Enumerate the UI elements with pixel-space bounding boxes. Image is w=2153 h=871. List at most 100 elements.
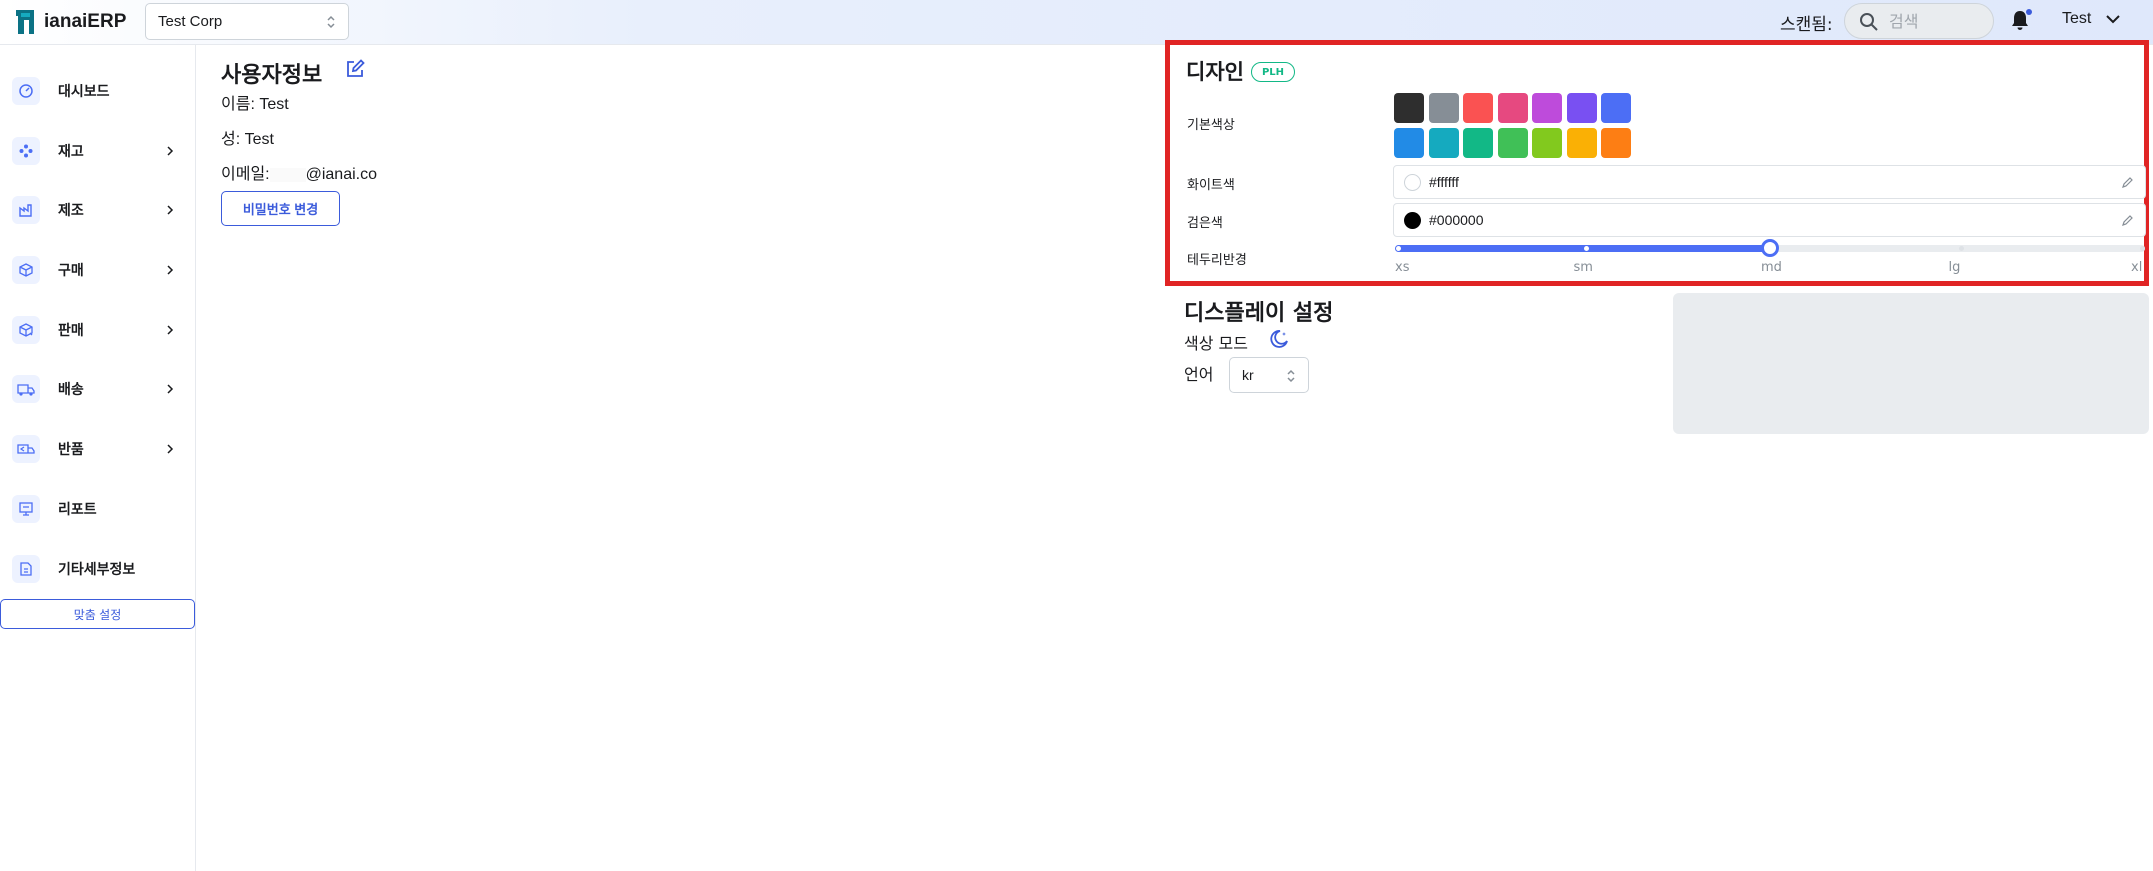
factory-icon (12, 196, 40, 224)
color-swatch[interactable] (1601, 93, 1631, 123)
brand-name: ianaiERP (44, 11, 127, 32)
color-swatch[interactable] (1428, 128, 1459, 158)
custom-settings-button[interactable]: 맞춤 설정 (0, 599, 195, 629)
slider-label-lg[interactable]: lg (1949, 260, 1961, 275)
color-swatch[interactable] (1463, 128, 1493, 158)
sidebar-item-label: 대시보드 (58, 84, 110, 100)
chevron-right-icon (167, 325, 174, 335)
search-input[interactable] (1889, 10, 1984, 32)
report-icon (12, 495, 40, 523)
theme-preview-box (1673, 293, 2149, 434)
sidebar-item-label: 재고 (58, 144, 84, 160)
color-swatch[interactable] (1532, 128, 1562, 158)
white-color-label: 화이트색 (1187, 178, 1235, 193)
color-swatch[interactable] (1497, 93, 1528, 123)
sidebar-item-manufacturing[interactable]: 제조 (0, 188, 196, 232)
language-label: 언어 (1184, 365, 1214, 384)
plh-badge: PLH (1251, 62, 1295, 82)
company-select[interactable]: Test Corp (145, 3, 349, 40)
chevron-down-icon (2106, 15, 2121, 24)
color-swatch[interactable] (1532, 93, 1562, 123)
black-color-value: #000000 (1429, 212, 1484, 228)
moon-stars-icon[interactable] (1268, 328, 1290, 350)
sidebar-item-other-details[interactable]: 기타세부정보 (0, 547, 196, 591)
sidebar-item-returns[interactable]: 반품 (0, 427, 196, 471)
color-swatch[interactable] (1463, 93, 1493, 123)
company-select-value: Test Corp (158, 13, 223, 30)
color-swatch[interactable] (1394, 93, 1424, 123)
design-title: 디자인 (1186, 60, 1244, 84)
sidebar-item-inventory[interactable]: 재고 (0, 129, 196, 173)
top-header: ianaiERP Test Corp 스캔됨: Test (0, 0, 2153, 45)
select-updown-icon (327, 15, 335, 29)
white-color-dot (1404, 174, 1421, 191)
color-swatch[interactable] (1566, 128, 1597, 158)
search-icon (1860, 13, 1878, 31)
eyedropper-icon[interactable] (2121, 213, 2135, 227)
sale-box-icon (12, 316, 40, 344)
slider-label-sm[interactable]: sm (1574, 260, 1593, 275)
truck-icon (12, 375, 40, 403)
white-color-input[interactable]: #ffffff (1393, 165, 2146, 199)
slider-thumb[interactable] (1761, 239, 1779, 257)
email-redaction (269, 167, 306, 182)
slider-label-md[interactable]: md (1761, 260, 1782, 275)
border-radius-slider[interactable] (1395, 239, 2145, 257)
slider-mark (2140, 246, 2145, 251)
chevron-right-icon (167, 384, 174, 394)
black-color-dot (1404, 212, 1421, 229)
sidebar-item-purchase[interactable]: 구매 (0, 248, 196, 292)
change-password-button[interactable]: 비밀번호 변경 (221, 191, 340, 226)
color-mode-label: 색상 모드 (1184, 334, 1248, 353)
sidebar-item-label: 배송 (58, 382, 84, 398)
sidebar-item-reports[interactable]: 리포트 (0, 487, 196, 531)
sidebar-item-label: 제조 (58, 203, 84, 219)
white-color-value: #ffffff (1429, 174, 1459, 190)
sidebar: 대시보드 재고 제조 구매 판매 배송 반품 리포트 기타세부정보 맞춤 설정 (0, 45, 196, 871)
sidebar-item-label: 구매 (58, 263, 84, 279)
sidebar-item-label: 반품 (58, 442, 84, 458)
notification-dot (2026, 9, 2032, 15)
chevron-right-icon (167, 205, 174, 215)
sidebar-item-shipping[interactable]: 배송 (0, 367, 196, 411)
last-name-line: 성: Test (221, 131, 274, 148)
email-label: 이메일: (221, 166, 270, 183)
inventory-icon (12, 137, 40, 165)
color-swatch[interactable] (1428, 93, 1459, 123)
slider-mark (1583, 246, 1589, 251)
color-swatch[interactable] (1497, 128, 1528, 158)
dashboard-icon (12, 77, 40, 105)
color-swatch[interactable] (1601, 128, 1631, 158)
search-box[interactable] (1844, 3, 1994, 39)
email-line: 이메일: @ianai.co (221, 160, 377, 184)
language-select[interactable]: kr (1229, 357, 1309, 393)
sidebar-item-label: 리포트 (58, 502, 97, 518)
sidebar-item-dashboard[interactable]: 대시보드 (0, 69, 196, 113)
sidebar-item-label: 기타세부정보 (58, 562, 136, 578)
sidebar-item-sales[interactable]: 판매 (0, 308, 196, 352)
slider-fill (1395, 245, 1770, 252)
slider-label-xs[interactable]: xs (1395, 260, 1409, 275)
black-color-label: 검은색 (1187, 216, 1223, 231)
scan-label: 스캔됨: (1780, 15, 1833, 35)
brand-logo[interactable]: ianaiERP (14, 8, 126, 36)
language-value: kr (1242, 367, 1254, 383)
eyedropper-icon[interactable] (2121, 175, 2135, 189)
chevron-right-icon (167, 265, 174, 275)
chevron-right-icon (167, 444, 174, 454)
color-swatch[interactable] (1566, 93, 1597, 123)
edit-icon[interactable] (344, 58, 366, 80)
slider-label-xl[interactable]: xl (2131, 260, 2142, 275)
border-radius-label: 테두리반경 (1187, 253, 1247, 268)
color-swatch[interactable] (1394, 128, 1424, 158)
email-domain: @ianai.co (305, 166, 377, 183)
slider-mark (1396, 246, 1401, 251)
user-name: Test (2062, 10, 2092, 27)
black-color-input[interactable]: #000000 (1393, 203, 2146, 237)
user-menu[interactable]: Test (2062, 10, 2121, 28)
sidebar-item-label: 판매 (58, 323, 84, 339)
logo-mark-icon (16, 10, 34, 34)
user-info-title: 사용자정보 (221, 63, 323, 88)
return-truck-icon (12, 435, 40, 463)
slider-mark (1958, 246, 1964, 251)
